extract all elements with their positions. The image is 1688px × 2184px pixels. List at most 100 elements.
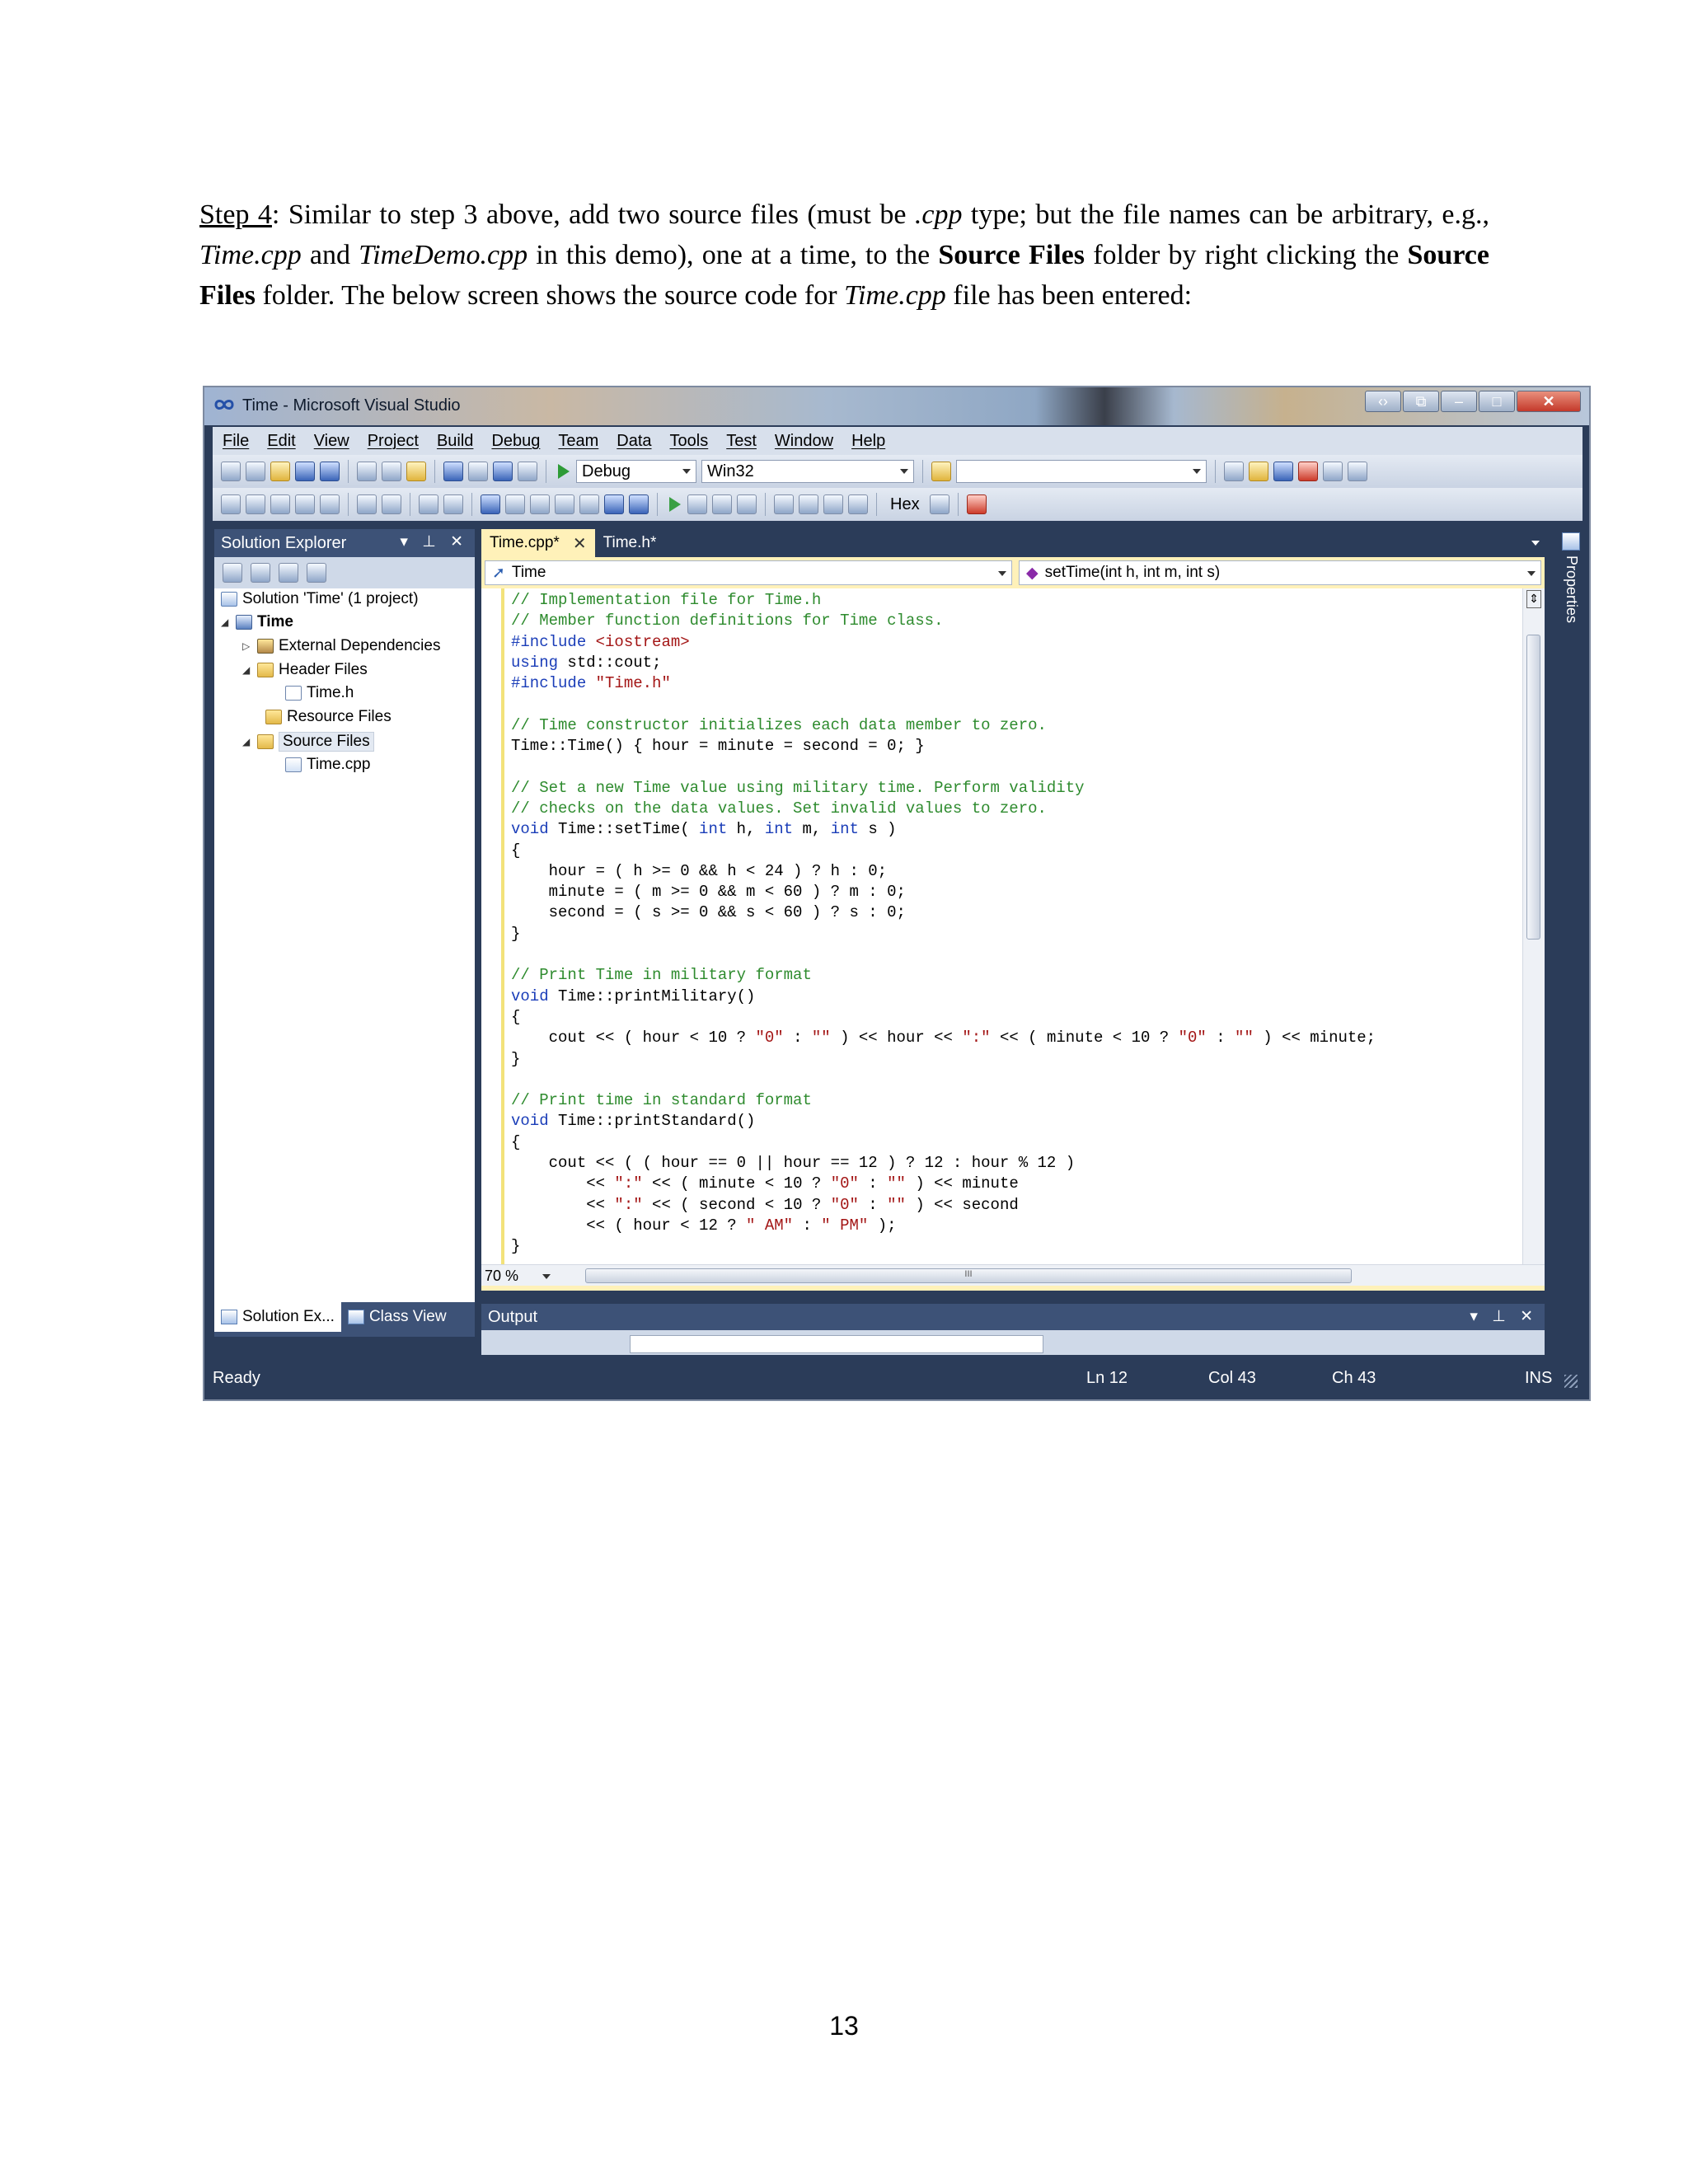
menu-item-test[interactable]: Test xyxy=(726,432,757,451)
tree-node-time-h[interactable]: Time.h xyxy=(285,684,354,702)
solution-config-select[interactable]: Debug xyxy=(576,460,696,483)
cut-icon[interactable] xyxy=(357,462,377,481)
next-bookmark-icon[interactable] xyxy=(530,494,550,514)
tree-node-time-cpp[interactable]: Time.cpp xyxy=(285,756,370,774)
start-debugging-icon[interactable] xyxy=(555,462,571,481)
show-all-files-icon[interactable] xyxy=(251,563,270,583)
menu-item-view[interactable]: View xyxy=(314,432,349,451)
new-project-icon[interactable] xyxy=(221,462,241,481)
pane-controls[interactable]: ▾ ⊥ ✕ xyxy=(400,532,468,551)
pane-controls[interactable]: ▾ ⊥ ✕ xyxy=(1470,1307,1538,1326)
expanded-triangle-icon[interactable]: ◢ xyxy=(221,616,236,628)
comment-out-icon[interactable] xyxy=(419,494,438,514)
navigate-forward-icon[interactable] xyxy=(518,462,537,481)
split-window-icon[interactable]: ⇕ xyxy=(1526,590,1541,608)
code-view-icon[interactable]: ‹› xyxy=(1365,391,1401,412)
view-code-icon[interactable] xyxy=(279,563,298,583)
break-all-icon[interactable] xyxy=(687,494,707,514)
continue-icon[interactable] xyxy=(666,494,682,514)
toggle-bookmark-icon[interactable] xyxy=(481,494,500,514)
add-item-icon[interactable] xyxy=(246,462,265,481)
find-combo[interactable] xyxy=(956,460,1207,483)
source-code[interactable]: // Implementation file for Time.h // Memb… xyxy=(511,590,1500,1258)
tab-solution-explorer[interactable]: Solution Ex... xyxy=(214,1302,341,1332)
menu-item-help[interactable]: Help xyxy=(851,432,885,451)
menu-item-debug[interactable]: Debug xyxy=(491,432,540,451)
navigate-backward-icon[interactable] xyxy=(493,462,513,481)
output-source-select[interactable] xyxy=(630,1335,1043,1353)
menu-item-tools[interactable]: Tools xyxy=(670,432,709,451)
tree-node-solution[interactable]: Solution 'Time' (1 project) xyxy=(221,590,419,608)
tree-node-external-dependencies[interactable]: ▷ External Dependencies xyxy=(242,637,440,655)
copy-icon[interactable] xyxy=(382,462,401,481)
hex-options-icon[interactable] xyxy=(929,494,950,514)
expanded-triangle-icon[interactable]: ◢ xyxy=(242,736,257,748)
previous-bookmark-folder-icon[interactable] xyxy=(555,494,574,514)
next-bookmark-folder-icon[interactable] xyxy=(579,494,599,514)
save-icon[interactable] xyxy=(295,462,315,481)
active-files-dropdown-icon[interactable] xyxy=(1531,541,1540,546)
show-next-statement-icon[interactable] xyxy=(774,494,794,514)
close-button[interactable]: ✕ xyxy=(1517,391,1581,412)
properties-icon[interactable] xyxy=(223,563,242,583)
stop-debugging-icon[interactable] xyxy=(712,494,732,514)
breakpoints-window-icon[interactable] xyxy=(966,494,987,514)
expanded-triangle-icon[interactable]: ◢ xyxy=(242,664,257,676)
step-over-icon[interactable] xyxy=(823,494,843,514)
tab-time-h[interactable]: Time.h* xyxy=(595,529,665,557)
menu-item-team[interactable]: Team xyxy=(558,432,598,451)
tree-node-header-files[interactable]: ◢ Header Files xyxy=(242,661,368,679)
maximize-button[interactable]: □ xyxy=(1479,391,1515,412)
parameter-info-icon[interactable] xyxy=(246,494,265,514)
clear-all-bookmarks-icon[interactable] xyxy=(629,494,649,514)
resize-grip-icon[interactable] xyxy=(1564,1375,1578,1388)
vertical-scrollbar[interactable]: ⇕ xyxy=(1522,588,1545,1264)
open-file-icon[interactable] xyxy=(270,462,290,481)
object-browser-icon[interactable] xyxy=(1273,462,1293,481)
zoom-select[interactable]: 70 % xyxy=(481,1266,556,1286)
tab-class-view[interactable]: Class View xyxy=(341,1302,453,1332)
tree-node-project[interactable]: ◢ Time xyxy=(221,613,293,631)
tab-time-cpp[interactable]: Time.cpp* ✕ xyxy=(481,529,595,557)
toolbar-options-icon[interactable] xyxy=(1348,462,1367,481)
toolbox-icon[interactable] xyxy=(1298,462,1318,481)
code-text-area[interactable]: // Implementation file for Time.h // Memb… xyxy=(481,588,1545,1264)
extension-manager-icon[interactable] xyxy=(1323,462,1343,481)
increase-indent-icon[interactable] xyxy=(357,494,377,514)
view-class-diagram-icon[interactable] xyxy=(307,563,326,583)
previous-bookmark-icon[interactable] xyxy=(505,494,525,514)
clear-bookmarks-icon[interactable] xyxy=(604,494,624,514)
properties-icon[interactable] xyxy=(1562,532,1580,551)
tree-node-source-files[interactable]: ◢ Source Files xyxy=(242,732,374,752)
save-all-icon[interactable] xyxy=(320,462,340,481)
decrease-indent-icon[interactable] xyxy=(320,494,340,514)
properties-tab[interactable]: Properties xyxy=(1563,555,1580,623)
solution-explorer-icon[interactable] xyxy=(1224,462,1244,481)
horizontal-scroll-thumb[interactable]: III xyxy=(585,1268,1352,1283)
properties-window-icon[interactable] xyxy=(1249,462,1268,481)
undo-icon[interactable] xyxy=(443,462,463,481)
menu-item-file[interactable]: File xyxy=(223,432,249,451)
menu-item-edit[interactable]: Edit xyxy=(267,432,295,451)
menu-item-build[interactable]: Build xyxy=(437,432,473,451)
type-scope-select[interactable]: ➚ Time xyxy=(485,560,1012,585)
step-out-icon[interactable] xyxy=(848,494,868,514)
menu-item-data[interactable]: Data xyxy=(617,432,651,451)
tree-node-resource-files[interactable]: Resource Files xyxy=(265,708,392,726)
outdent-icon[interactable] xyxy=(382,494,401,514)
collapsed-triangle-icon[interactable]: ▷ xyxy=(242,640,257,652)
minimize-button[interactable]: – xyxy=(1441,391,1477,412)
menu-item-project[interactable]: Project xyxy=(368,432,419,451)
member-select[interactable]: ◆ setTime(int h, int m, int s) xyxy=(1019,560,1541,585)
redo-icon[interactable] xyxy=(468,462,488,481)
display-object-member-list-icon[interactable] xyxy=(221,494,241,514)
word-completion-icon[interactable] xyxy=(295,494,315,514)
uncomment-icon[interactable] xyxy=(443,494,463,514)
restart-icon[interactable] xyxy=(737,494,757,514)
solution-platform-select[interactable]: Win32 xyxy=(701,460,914,483)
menu-item-window[interactable]: Window xyxy=(775,432,833,451)
vertical-scroll-thumb[interactable] xyxy=(1526,635,1540,940)
paste-icon[interactable] xyxy=(406,462,426,481)
hex-toggle-button[interactable]: Hex xyxy=(885,495,925,514)
close-tab-icon[interactable]: ✕ xyxy=(573,533,587,554)
